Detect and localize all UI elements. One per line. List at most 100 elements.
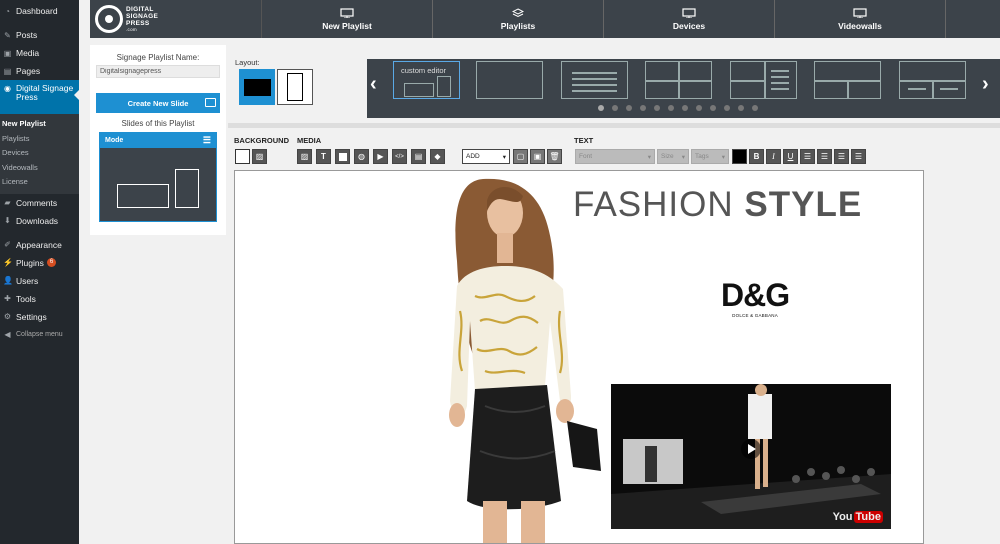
bg-image-button[interactable]: ▨ [252, 149, 267, 164]
template-split-text[interactable] [730, 61, 797, 99]
carousel-dot[interactable] [738, 105, 744, 111]
media-text-button[interactable]: T [316, 149, 331, 164]
document-icon: ▤ [414, 152, 423, 161]
menu-plugins[interactable]: ⚡ Plugins 6 [0, 254, 79, 272]
menu-media[interactable]: ▣ Media [0, 44, 79, 62]
headline-text[interactable]: FASHION STYLE [573, 185, 862, 225]
bg-color-button[interactable] [235, 149, 250, 164]
dsp-logo[interactable]: DIGITAL SIGNAGE PRESS .com [90, 0, 262, 38]
align-right-button[interactable]: ☰ [834, 149, 849, 164]
menu-collapse[interactable]: ◀ Collapse menu [0, 326, 79, 344]
align-justify-button[interactable]: ☰ [851, 149, 866, 164]
layer-front-button[interactable]: ▣ [530, 149, 545, 164]
align-right-icon: ☰ [837, 152, 846, 161]
submenu-license[interactable]: License [0, 175, 79, 190]
carousel-dot[interactable] [654, 105, 660, 111]
carousel-dot[interactable] [612, 105, 618, 111]
align-center-button[interactable]: ☰ [817, 149, 832, 164]
carousel-dot[interactable] [710, 105, 716, 111]
carousel-dot[interactable] [724, 105, 730, 111]
layer-icon: ▢ [516, 152, 525, 161]
carousel-dot[interactable] [668, 105, 674, 111]
menu-digital-signage[interactable]: ◉ Digital Signage Press [0, 80, 79, 114]
submenu-videowalls[interactable]: Videowalls [0, 161, 79, 176]
tab-more[interactable] [946, 0, 999, 38]
media-image-button[interactable]: ▨ [297, 149, 312, 164]
carousel-prev-arrow[interactable]: ‹ [370, 73, 377, 96]
code-icon: </> [395, 153, 404, 160]
template-text[interactable] [561, 61, 628, 99]
menu-settings[interactable]: ⚙ Settings [0, 308, 79, 326]
submenu-devices[interactable]: Devices [0, 146, 79, 161]
size-select[interactable]: Size ▾ [657, 149, 689, 164]
add-select[interactable]: ADD ▾ [462, 149, 510, 164]
slide-canvas[interactable]: FASHION STYLE D&G DOLCE & GABBANA You Tub… [234, 170, 924, 544]
carousel-dot[interactable] [696, 105, 702, 111]
menu-appearance[interactable]: ✐ Appearance [0, 236, 79, 254]
layout-portrait-option[interactable] [277, 69, 313, 105]
text-color-button[interactable] [732, 149, 747, 164]
media-box-button[interactable] [335, 149, 350, 164]
menu-downloads[interactable]: ⬇ Downloads [0, 212, 79, 230]
video-player[interactable]: You Tube [611, 384, 891, 529]
menu-tools[interactable]: ✚ Tools [0, 290, 79, 308]
tab-playlists[interactable]: Playlists [433, 0, 604, 38]
menu-dashboard[interactable]: ◔ Dashboard [0, 2, 79, 20]
menu-comments[interactable]: ▰ Comments [0, 194, 79, 212]
eraser-icon: ◆ [434, 152, 441, 161]
carousel-dot[interactable] [626, 105, 632, 111]
media-html-button[interactable]: </> [392, 149, 407, 164]
media-eraser-button[interactable]: ◆ [430, 149, 445, 164]
template-mixed[interactable] [899, 61, 966, 99]
tab-new-playlist[interactable]: New Playlist [262, 0, 433, 38]
chevron-down-icon: ▾ [502, 153, 506, 161]
template-quad[interactable] [645, 61, 712, 99]
template-top-split[interactable] [814, 61, 881, 99]
italic-button[interactable]: I [766, 149, 781, 164]
layer-back-button[interactable]: ▢ [513, 149, 528, 164]
dg-brand-logo[interactable]: D&G DOLCE & GABBANA [721, 277, 790, 318]
collapse-icon: ◀ [4, 330, 11, 339]
carousel-next-arrow[interactable]: › [982, 73, 989, 96]
underline-button[interactable]: U [783, 149, 798, 164]
submenu-new-playlist[interactable]: New Playlist [0, 117, 79, 132]
portrait-icon [287, 73, 303, 101]
thumb-box-right [175, 169, 199, 208]
hamburger-icon[interactable]: ☰ [203, 135, 211, 146]
text-label: TEXT [574, 136, 594, 145]
carousel-dot[interactable] [752, 105, 758, 111]
wp-admin-sidebar: ◔ Dashboard ✎ Posts ▣ Media ▤ Pages ◉ Digital… [0, 0, 79, 544]
menu-pages[interactable]: ▤ Pages [0, 62, 79, 80]
playlist-name-input[interactable] [96, 65, 220, 78]
slide-add-icon [205, 98, 216, 107]
monitor-icon [682, 7, 696, 18]
carousel-dot[interactable] [640, 105, 646, 111]
square-icon [338, 152, 347, 161]
dashboard-icon: ◔ [5, 6, 10, 16]
menu-users[interactable]: 👤 Users [0, 272, 79, 290]
layout-landscape-option[interactable] [239, 69, 275, 105]
carousel-dot[interactable] [682, 105, 688, 111]
tab-videowalls[interactable]: Videowalls [775, 0, 946, 38]
slide-card[interactable]: Mode ☰ [99, 132, 217, 222]
template-custom-editor[interactable]: custom editor [393, 61, 460, 99]
carousel-dot[interactable] [598, 105, 604, 111]
tab-devices[interactable]: Devices [604, 0, 775, 38]
delete-button[interactable]: 🗑 [547, 149, 562, 164]
layout-label: Layout: [235, 58, 260, 67]
play-icon[interactable] [741, 439, 761, 459]
globe-icon: ◍ [358, 152, 365, 161]
media-web-button[interactable]: ◍ [354, 149, 369, 164]
bold-button[interactable]: B [749, 149, 764, 164]
template-full[interactable] [476, 61, 543, 99]
submenu-playlists[interactable]: Playlists [0, 132, 79, 147]
media-video-button[interactable]: ▶ [373, 149, 388, 164]
align-left-button[interactable]: ☰ [800, 149, 815, 164]
media-doc-button[interactable]: ▤ [411, 149, 426, 164]
font-select[interactable]: Font ▾ [575, 149, 655, 164]
tags-select[interactable]: Tags ▾ [691, 149, 729, 164]
pin-icon: ✎ [4, 30, 11, 40]
signage-icon: ◉ [4, 84, 11, 93]
create-new-slide-button[interactable]: Create New Slide [96, 93, 220, 113]
menu-posts[interactable]: ✎ Posts [0, 26, 79, 44]
